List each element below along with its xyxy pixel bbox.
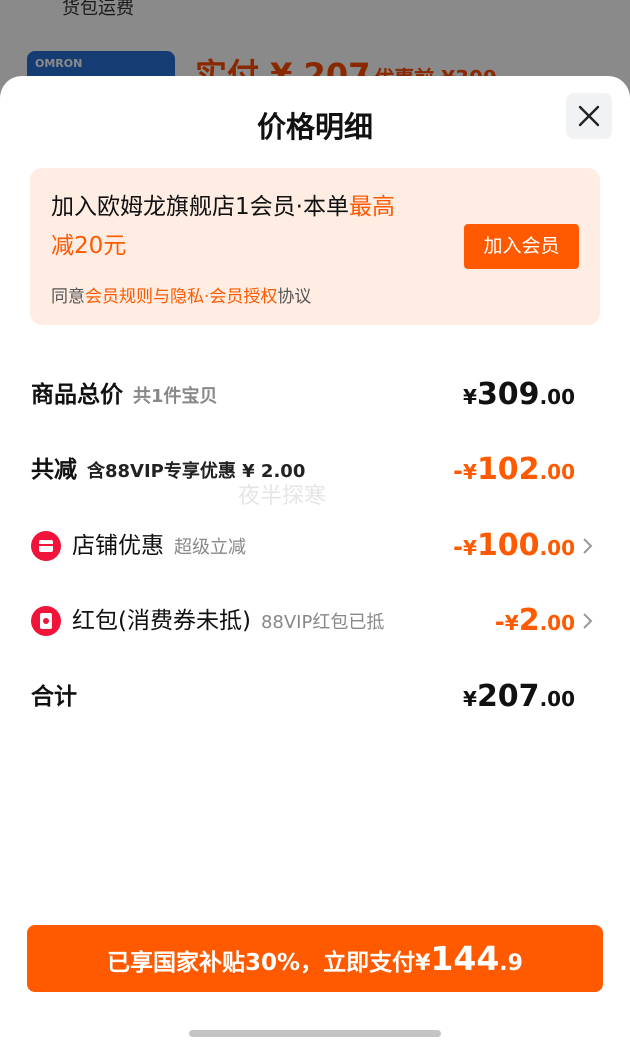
home-indicator[interactable] [189, 1030, 441, 1037]
pay-button[interactable]: 已享国家补贴30%，立即支付¥144.9 [27, 925, 603, 992]
membership-agreement: 同意会员规则与隐私·会员授权协议 [51, 287, 312, 307]
close-icon [578, 105, 600, 127]
sum-label: 合计 [31, 684, 77, 710]
membership-banner: 加入欧姆龙旗舰店1会员·本单最高 减20元 同意会员规则与隐私·会员授权协议 加入… [30, 168, 600, 325]
chevron-right-icon [583, 613, 593, 629]
price-detail-sheet: 价格明细 加入欧姆龙旗舰店1会员·本单最高 减20元 同意会员规则与隐私·会员授权… [0, 76, 630, 1050]
chevron-right-icon [583, 538, 593, 554]
row-red-packet[interactable]: 红包(消费券未抵) 88VIP红包已抵 -¥2.00 [0, 596, 630, 646]
row-shop-discount[interactable]: 店铺优惠 超级立减 -¥100.00 [0, 521, 630, 571]
watermark: 夜半探寒 [238, 484, 327, 509]
shop-discount-label: 店铺优惠 超级立减 [72, 533, 246, 559]
goods-total-value: ¥309.00 [463, 377, 575, 412]
total-reduction-value: -¥102.00 [453, 452, 575, 487]
shop-icon [31, 531, 61, 561]
goods-total-label: 商品总价 共1件宝贝 [31, 382, 218, 408]
close-button[interactable] [566, 93, 612, 139]
agreement-link[interactable]: 会员规则与隐私·会员授权 [85, 287, 277, 307]
join-member-button[interactable]: 加入会员 [464, 224, 579, 269]
shop-discount-value: -¥100.00 [453, 528, 575, 563]
sheet-title: 价格明细 [256, 110, 373, 144]
red-packet-label: 红包(消费券未抵) 88VIP红包已抵 [72, 608, 385, 634]
row-goods-total: 商品总价 共1件宝贝 ¥309.00 [0, 370, 630, 420]
membership-promo-text: 加入欧姆龙旗舰店1会员·本单最高 减20元 [51, 194, 395, 259]
red-packet-value: -¥2.00 [494, 603, 575, 638]
sum-value: ¥207.00 [463, 679, 575, 714]
red-packet-icon [31, 606, 61, 636]
row-sum: 合计 ¥207.00 [0, 672, 630, 722]
